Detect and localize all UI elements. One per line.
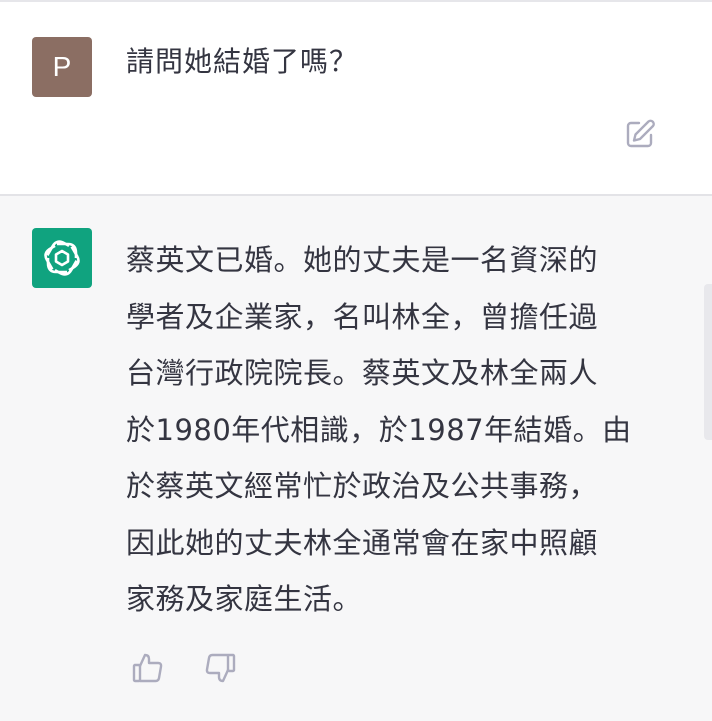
assistant-message-block: 蔡英文已婚。她的丈夫是一名資深的 學者及企業家，名叫林全，曾擔任過 台灣行政院院… [0, 196, 712, 721]
assistant-message-line: 因此她的丈夫林全通常會在家中照顧 [126, 525, 599, 560]
scrollbar[interactable] [704, 284, 712, 440]
edit-icon[interactable] [622, 116, 658, 152]
assistant-message-line: 家務及家庭生活。 [126, 582, 363, 616]
assistant-message-text: 蔡英文已婚。她的丈夫是一名資深的 學者及企業家，名叫林全，曾擔任過 台灣行政院院… [126, 232, 666, 628]
chat-page: P 請問她結婚了嗎？ 蔡英文已婚。她的丈夫是一名資深的 學者及企業家，名叫林全，… [0, 0, 712, 721]
assistant-message-line: 學者及企業家，名叫林全，曾擔任過 [126, 299, 599, 334]
assistant-message-line: 台灣行政院院長。蔡英文及林全兩人 [126, 356, 599, 390]
user-message-text: 請問她結婚了嗎？ [126, 45, 359, 78]
user-avatar: P [32, 37, 92, 97]
user-message-block: P 請問她結婚了嗎？ [0, 2, 712, 194]
assistant-message-line: 於1980年代相識，於1987年結婚。由 [126, 412, 632, 447]
thumbs-down-icon[interactable] [202, 650, 238, 686]
thumbs-up-icon[interactable] [130, 650, 166, 686]
assistant-message-line: 於蔡英文經常忙於政治及公共事務， [126, 469, 599, 503]
assistant-message-line: 蔡英文已婚。她的丈夫是一名資深的 [126, 243, 599, 277]
openai-logo-icon [32, 228, 92, 288]
